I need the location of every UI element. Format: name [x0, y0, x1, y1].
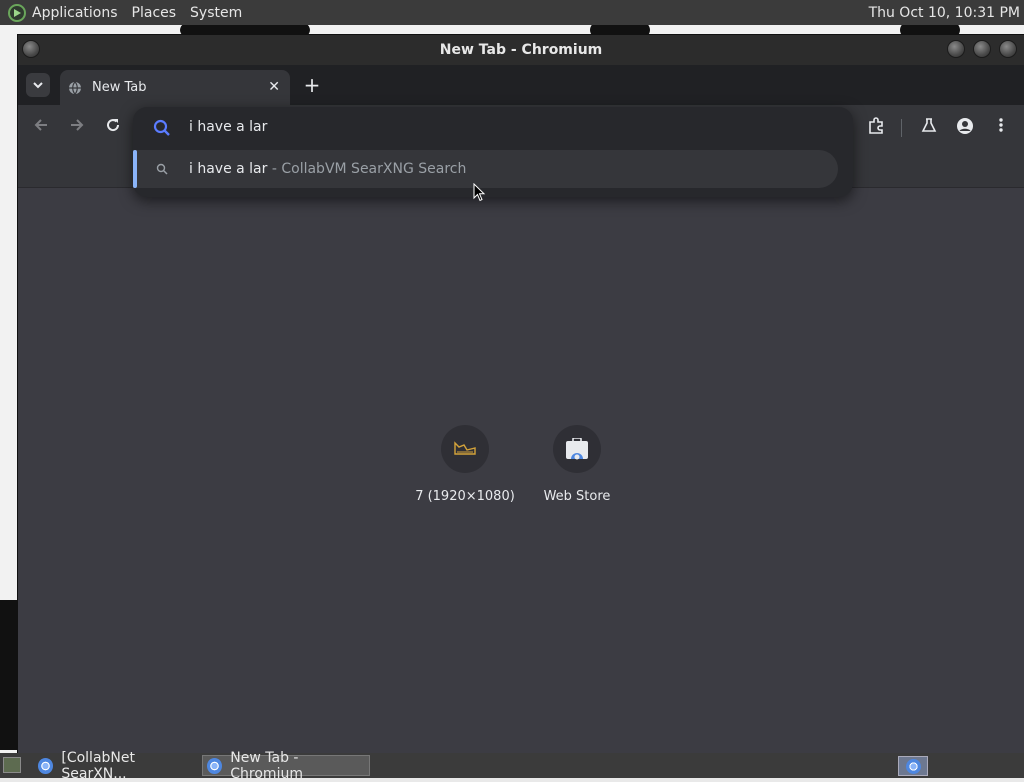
- flask-icon: [921, 118, 937, 132]
- distro-logo-icon[interactable]: [8, 3, 26, 22]
- back-button[interactable]: [30, 117, 52, 139]
- bottom-panel: [CollabNet SearXN... New Tab - Chromium: [0, 750, 1024, 782]
- menu-system[interactable]: System: [190, 5, 242, 21]
- chromium-icon: [38, 757, 54, 774]
- menu-applications[interactable]: Applications: [32, 5, 118, 21]
- tab-new-tab[interactable]: New Tab ✕: [60, 70, 290, 105]
- show-desktop-button[interactable]: [3, 757, 21, 773]
- menu-places[interactable]: Places: [132, 5, 177, 21]
- window-menu-button[interactable]: [22, 40, 40, 58]
- window-title: New Tab - Chromium: [439, 42, 603, 58]
- menu-button[interactable]: [990, 117, 1012, 139]
- suggestion-separator: -: [267, 161, 282, 177]
- avatar-icon: [957, 118, 973, 134]
- arrow-right-icon: [71, 119, 84, 131]
- reload-icon: [107, 119, 120, 132]
- window-titlebar[interactable]: New Tab - Chromium: [18, 35, 1024, 65]
- omnibox-popup: i have a lar i have a lar - CollabVM Sea…: [133, 107, 853, 197]
- chevron-down-icon: [33, 82, 43, 89]
- selection-indicator: [133, 150, 137, 188]
- shortcut-label: Web Store: [543, 489, 611, 504]
- labs-button[interactable]: [918, 117, 940, 139]
- search-icon: [156, 163, 168, 175]
- extensions-button[interactable]: [865, 117, 887, 139]
- crown-icon: [454, 441, 476, 455]
- shortcut-icon-circle: [553, 425, 601, 473]
- shortcut-tile[interactable]: Web Store: [521, 425, 633, 504]
- toolbar-separator: [901, 119, 902, 137]
- top-panel: Applications Places System Thu Oct 10, 1…: [0, 0, 1024, 25]
- omnibox-input[interactable]: i have a lar: [189, 119, 267, 135]
- suggestion-query: i have a lar: [189, 161, 268, 177]
- tab-title: New Tab: [92, 80, 147, 95]
- close-window-button[interactable]: [999, 40, 1017, 58]
- taskbar-item-label: [CollabNet SearXN...: [61, 749, 135, 782]
- browser-window: New Tab - Chromium New Tab ✕ + 7 (1920×1…: [18, 35, 1024, 753]
- search-icon: [153, 119, 170, 136]
- chromium-icon: [207, 757, 223, 774]
- tray-chromium[interactable]: [898, 756, 928, 776]
- tab-search-button[interactable]: [26, 73, 50, 97]
- new-tab-page: 7 (1920×1080) Web Store: [18, 188, 1024, 753]
- suggestion-engine: CollabVM SearXNG Search: [281, 161, 467, 177]
- taskbar-item-label: New Tab - Chromium: [230, 749, 303, 782]
- shortcut-tile[interactable]: 7 (1920×1080): [409, 425, 521, 504]
- taskbar-item-active[interactable]: New Tab - Chromium: [202, 750, 370, 782]
- close-tab-icon[interactable]: ✕: [268, 79, 280, 95]
- suggestion-text-wrap: i have a lar - CollabVM SearXNG Search: [189, 161, 466, 177]
- globe-icon: [69, 81, 81, 94]
- new-tab-button[interactable]: +: [300, 73, 324, 97]
- minimize-button[interactable]: [947, 40, 965, 58]
- arrow-left-icon: [34, 119, 47, 131]
- shortcut-label: 7 (1920×1080): [415, 489, 515, 504]
- taskbar-item[interactable]: [CollabNet SearXN...: [34, 750, 199, 782]
- kebab-menu-icon: [999, 118, 1003, 132]
- tab-strip: New Tab ✕ +: [18, 65, 1024, 105]
- maximize-button[interactable]: [973, 40, 991, 58]
- forward-button[interactable]: [66, 117, 88, 139]
- web-store-icon: [566, 438, 588, 460]
- puzzle-icon: [869, 117, 883, 134]
- chromium-icon: [905, 758, 921, 774]
- profile-button[interactable]: [954, 117, 976, 139]
- shortcut-icon-circle: [441, 425, 489, 473]
- reload-button[interactable]: [102, 117, 124, 139]
- mouse-pointer-icon: [473, 183, 486, 202]
- panel-clock[interactable]: Thu Oct 10, 10:31 PM: [869, 5, 1020, 21]
